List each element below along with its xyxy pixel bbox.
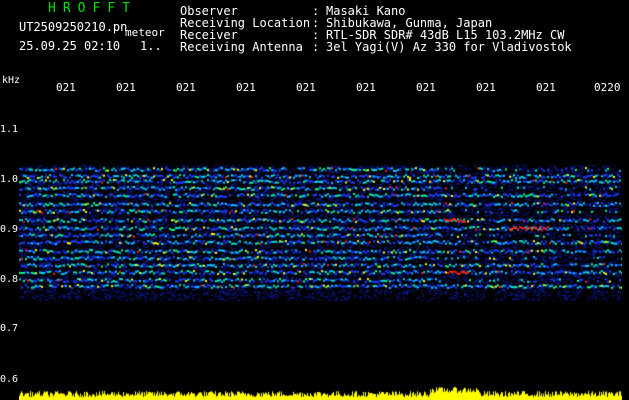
app-title: HROFFT (48, 1, 137, 16)
y-tick: 1.1 (0, 124, 19, 135)
filename: UT2509250210.pn (19, 20, 128, 34)
y-tick: 0.9 (0, 224, 19, 235)
timestamp: 25.09.25 02:10 (19, 39, 121, 53)
axis-unit: kHz (2, 75, 21, 86)
antenna-sep: : (312, 40, 320, 54)
page-marker: 1.. (140, 39, 162, 53)
y-tick: 0.8 (0, 274, 19, 285)
y-tick: 1.0 (0, 174, 19, 185)
antenna-value: 3el Yagi(V) Az 330 for Vladivostok (326, 40, 572, 54)
spectrogram-canvas (19, 93, 622, 380)
y-tick: 0.6 (0, 374, 19, 385)
antenna-label: Receiving Antenna (180, 40, 303, 54)
signal-level-trace (19, 380, 622, 400)
y-tick: 0.7 (0, 323, 19, 334)
filename-suffix: meteor (125, 26, 165, 39)
